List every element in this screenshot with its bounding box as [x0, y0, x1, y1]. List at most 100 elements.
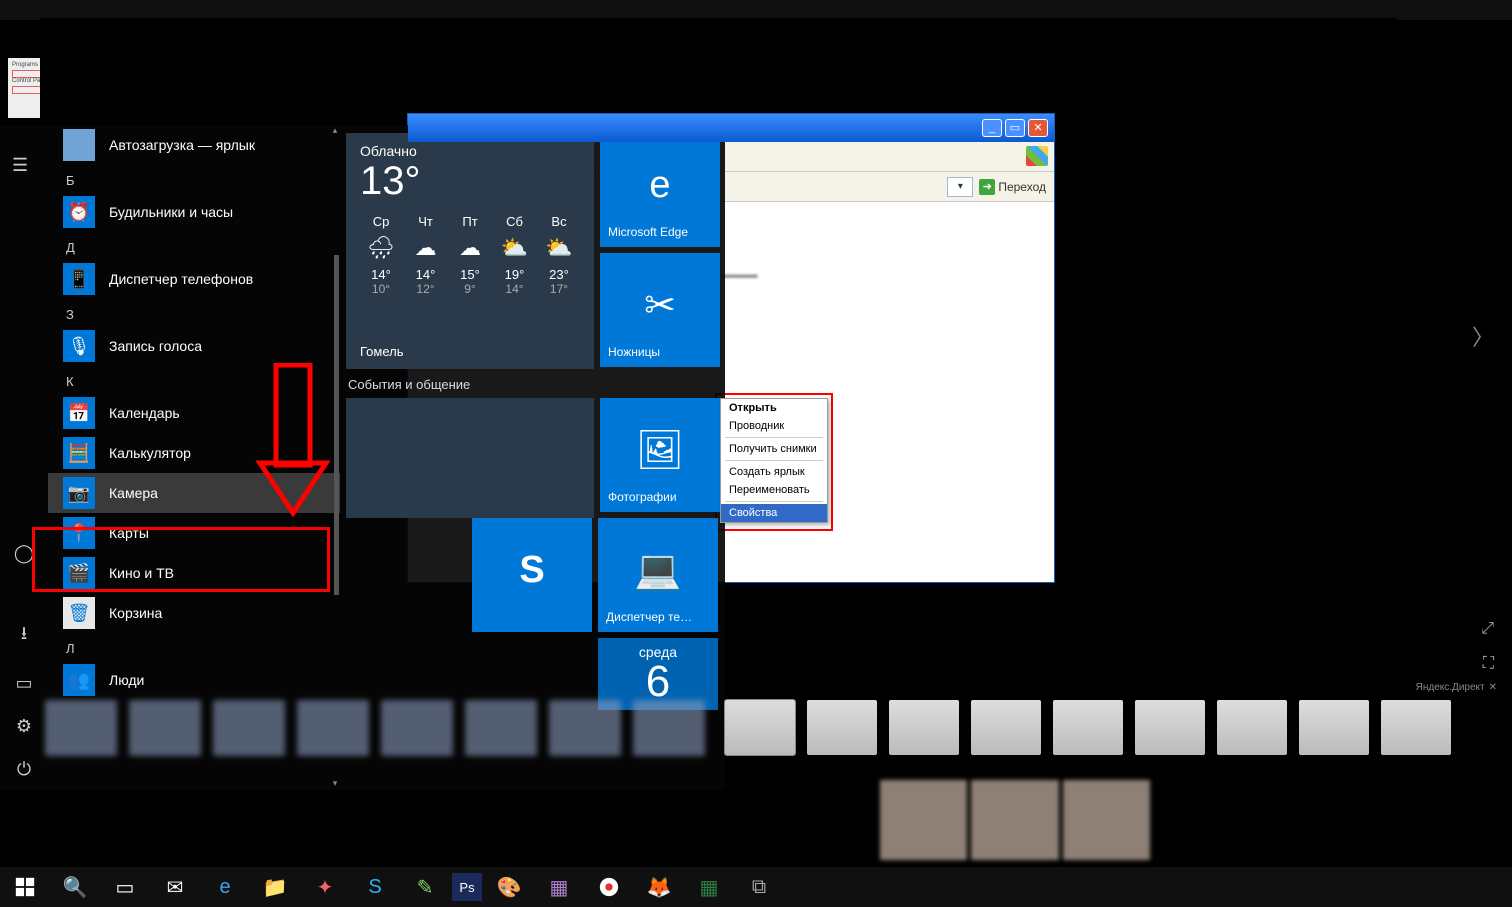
- weather-day: Чт☁14°12°: [405, 214, 447, 296]
- app-icon: ⏰: [63, 196, 95, 228]
- weather-day: Сб⛅19°14°: [494, 214, 536, 296]
- expand-icon[interactable]: ⤢: [1481, 620, 1494, 638]
- snipping-tile[interactable]: ✂ Ножницы: [600, 253, 720, 367]
- thumb-9[interactable]: [1381, 700, 1451, 755]
- app-item-12[interactable]: 🎬 Кино и ТВ: [48, 553, 340, 593]
- download-icon[interactable]: ⭳: [21, 621, 27, 651]
- user-icon[interactable]: ◯: [14, 543, 34, 564]
- events-tile[interactable]: [346, 398, 594, 518]
- ctx-explorer[interactable]: Проводник: [721, 417, 827, 435]
- hamburger-icon[interactable]: ☰: [12, 155, 28, 176]
- address-dropdown[interactable]: ▾: [947, 177, 973, 197]
- settings-icon[interactable]: ⚙: [16, 716, 32, 737]
- xp-maximize-button[interactable]: ▭: [1005, 119, 1025, 137]
- thumb-1[interactable]: [725, 700, 795, 755]
- taskview-icon[interactable]: ▭: [102, 867, 148, 907]
- photos-tile[interactable]: 🖼 Фотографии: [600, 398, 720, 512]
- thumb-5[interactable]: [1053, 700, 1123, 755]
- phone-manager-tile[interactable]: 💻 Диспетчер те…: [598, 518, 718, 632]
- app-item-8[interactable]: 📅Календарь: [48, 393, 340, 433]
- app-icon: [63, 129, 95, 161]
- ad-label[interactable]: Яндекс.Директ✕: [1416, 682, 1497, 693]
- ctx-create-shortcut[interactable]: Создать ярлык: [721, 463, 827, 481]
- thumb-2[interactable]: [807, 700, 877, 755]
- yandex-icon[interactable]: [586, 867, 632, 907]
- mspaint-icon[interactable]: 🎨: [486, 867, 532, 907]
- start-button[interactable]: [2, 867, 48, 907]
- letter-heading[interactable]: Д: [48, 232, 340, 259]
- app-label: Кино и ТВ: [109, 565, 174, 581]
- taskbar: 🔍 ▭ ✉ e 📁 ✦ S ✎ Ps 🎨 ▦ 🦊 ▦ ⧉: [0, 867, 1512, 907]
- app-label: Карты: [109, 525, 149, 541]
- ctx-open[interactable]: Открыть: [721, 399, 827, 417]
- tiles-section-label: События и общение: [348, 377, 725, 392]
- xp-titlebar: _ ▭ ✕: [408, 114, 1054, 142]
- app-item-2[interactable]: ⏰Будильники и часы: [48, 192, 340, 232]
- scroll-thumb[interactable]: [334, 255, 339, 595]
- photoshop-icon[interactable]: Ps: [452, 873, 482, 901]
- weather-cond: Облачно: [360, 143, 580, 159]
- app-label: Корзина: [109, 605, 162, 621]
- lightbox-thumbnails: [725, 700, 1504, 760]
- app-label: Люди: [109, 672, 144, 688]
- thumb-7[interactable]: [1217, 700, 1287, 755]
- app-label: Калькулятор: [109, 445, 191, 461]
- ctx-properties[interactable]: Свойства: [721, 504, 827, 522]
- app-icon-1[interactable]: ✦: [302, 867, 348, 907]
- app-label: Камера: [109, 485, 158, 501]
- ctx-rename[interactable]: Переименовать: [721, 481, 827, 499]
- fullscreen-icon[interactable]: ⛶: [1483, 655, 1494, 673]
- video-icon[interactable]: ▦: [536, 867, 582, 907]
- app-item-15[interactable]: 👥Люди: [48, 660, 340, 700]
- ctx-get-images[interactable]: Получить снимки: [721, 440, 827, 458]
- power-icon[interactable]: ⏻: [17, 759, 31, 780]
- top-dim-overlay: [0, 0, 1512, 20]
- start-apps-list: Автозагрузка — ярлыкБ⏰Будильники и часыД…: [48, 125, 340, 790]
- windows-flag-icon: [1026, 146, 1048, 166]
- app-item-4[interactable]: 📱Диспетчер телефонов: [48, 259, 340, 299]
- letter-heading[interactable]: З: [48, 299, 340, 326]
- letter-heading[interactable]: Л: [48, 633, 340, 660]
- file-explorer-icon[interactable]: 📁: [252, 867, 298, 907]
- webcam-preview-strip: [880, 780, 1150, 860]
- thumb-4[interactable]: [971, 700, 1041, 755]
- app-icon: 📍: [63, 517, 95, 549]
- skype-icon[interactable]: S: [352, 867, 398, 907]
- apps-scrollbar[interactable]: ▴ ▾: [330, 125, 340, 790]
- search-icon[interactable]: 🔍: [52, 867, 98, 907]
- edge-icon[interactable]: e: [202, 867, 248, 907]
- thumb-6[interactable]: [1135, 700, 1205, 755]
- firefox-icon[interactable]: 🦊: [636, 867, 682, 907]
- app-icon: 🎬: [63, 557, 95, 589]
- pictures-icon[interactable]: ▭: [15, 673, 32, 694]
- app-item-6[interactable]: 🎙Запись голоса: [48, 326, 340, 366]
- weather-day: Ср🌧14°10°: [360, 214, 402, 296]
- app-icon-2[interactable]: ✎: [402, 867, 448, 907]
- app-item-13[interactable]: 🗑Корзина: [48, 593, 340, 633]
- network-icon[interactable]: ⧉: [736, 867, 782, 907]
- start-tiles: Облачно 13° Ср🌧14°10°Чт☁14°12°Пт☁15°9°Сб…: [340, 125, 725, 790]
- edge-tile[interactable]: e Microsoft Edge: [600, 133, 720, 247]
- start-rail: ☰ ◯ ⭳ ▭ ⚙ ⏻: [0, 125, 48, 790]
- app-item-11[interactable]: 📍 Карты: [48, 513, 340, 553]
- xp-minimize-button[interactable]: _: [982, 119, 1002, 137]
- letter-heading[interactable]: Б: [48, 165, 340, 192]
- app-label: Запись голоса: [109, 338, 202, 354]
- skype-tile[interactable]: S: [472, 518, 592, 632]
- app-item-10[interactable]: 📷 Камера: [48, 473, 340, 513]
- thumb-3[interactable]: [889, 700, 959, 755]
- xp-close-button[interactable]: ✕: [1028, 119, 1048, 137]
- app-icon: 📷: [63, 477, 95, 509]
- lightbox-next-icon[interactable]: 〉: [1472, 320, 1494, 352]
- weather-city: Гомель: [360, 344, 580, 359]
- weather-tile[interactable]: Облачно 13° Ср🌧14°10°Чт☁14°12°Пт☁15°9°Сб…: [346, 133, 594, 369]
- thumb-8[interactable]: [1299, 700, 1369, 755]
- letter-heading[interactable]: К: [48, 366, 340, 393]
- app-item-9[interactable]: 🧮Калькулятор: [48, 433, 340, 473]
- go-button[interactable]: ➔ Переход: [979, 179, 1046, 195]
- mail-icon[interactable]: ✉: [152, 867, 198, 907]
- excel-icon[interactable]: ▦: [686, 867, 732, 907]
- edge-icon: e: [649, 164, 670, 207]
- close-icon[interactable]: ✕: [1489, 682, 1497, 693]
- app-item-0[interactable]: Автозагрузка — ярлык: [48, 125, 340, 165]
